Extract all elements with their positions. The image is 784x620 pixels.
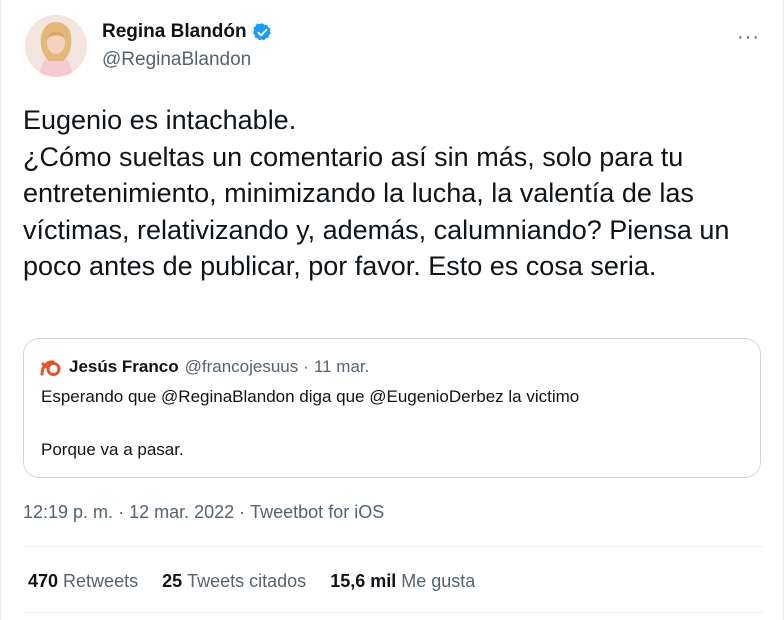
retweets-stat[interactable]: 470 Retweets	[28, 571, 138, 592]
quoted-handle[interactable]: @francojesuus	[185, 357, 299, 377]
verified-badge-icon	[252, 22, 273, 43]
likes-stat[interactable]: 15,6 mil Me gusta	[330, 571, 475, 592]
quotes-label: Tweets citados	[187, 571, 307, 591]
author-name-row: Regina Blandón	[102, 21, 273, 43]
likes-label: Me gusta	[401, 571, 476, 591]
meta-separator: ·	[239, 502, 246, 522]
tweet-meta: 12:19 p. m. · 12 mar. 2022 · Tweetbot fo…	[23, 502, 384, 523]
quoted-date[interactable]: 11 mar.	[314, 357, 369, 377]
tweet-source: Tweetbot for iOS	[250, 502, 385, 522]
divider	[23, 546, 763, 547]
quotes-stat[interactable]: 25 Tweets citados	[162, 571, 306, 592]
author-display-name[interactable]: Regina Blandón	[102, 21, 247, 43]
quoted-tweet-header: Jesús Franco @francojesuus · 11 mar.	[39, 356, 369, 378]
retweets-label: Retweets	[63, 571, 139, 591]
quoted-text-line: Esperando que @ReginaBlandon diga que @E…	[41, 387, 580, 406]
author-avatar[interactable]	[25, 15, 87, 77]
tweet-date[interactable]: 12 mar. 2022	[129, 502, 234, 523]
quoted-text-line: Porque va a pasar.	[41, 440, 184, 459]
author-handle[interactable]: @ReginaBlandon	[102, 49, 251, 71]
divider	[23, 612, 763, 613]
tweet-time[interactable]: 12:19 p. m.	[23, 502, 113, 523]
quotes-count: 25	[162, 571, 183, 591]
quoted-separator: ·	[303, 357, 309, 376]
quoted-tweet[interactable]: Jesús Franco @francojesuus · 11 mar. Esp…	[23, 338, 761, 478]
quoted-author-avatar-icon	[39, 356, 61, 378]
quoted-display-name[interactable]: Jesús Franco	[69, 357, 179, 377]
tweet-text: Eugenio es intachable. ¿Cómo sueltas un …	[23, 105, 730, 281]
more-options-icon[interactable]: ···	[737, 26, 760, 49]
tweet-card: Regina Blandón @ReginaBlandon ··· Eugeni…	[0, 0, 784, 620]
tweet-stats: 470 Retweets 25 Tweets citados 15,6 mil …	[28, 571, 499, 592]
meta-separator: ·	[118, 502, 125, 522]
likes-count: 15,6 mil	[330, 571, 397, 591]
retweets-count: 470	[28, 571, 59, 591]
